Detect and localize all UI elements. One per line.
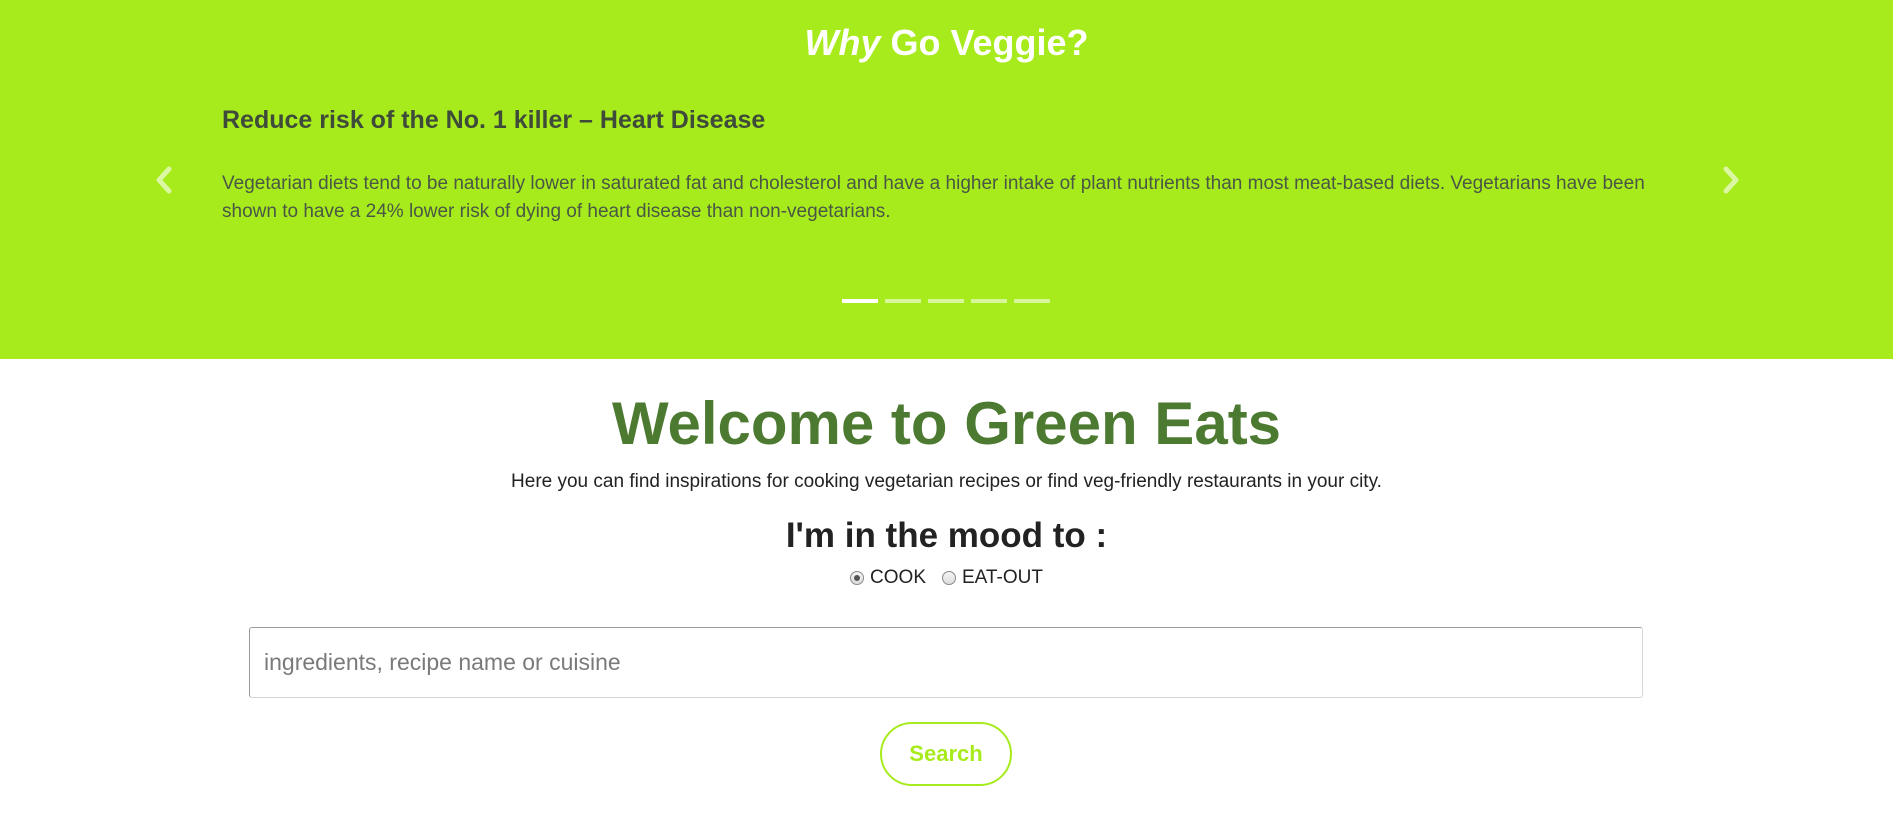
slide-text: Vegetarian diets tend to be naturally lo…: [222, 173, 1645, 222]
carousel-title-emphasis: Why: [804, 22, 881, 63]
slide-heading: Reduce risk of the No. 1 killer – Heart …: [222, 106, 766, 134]
cook-radio[interactable]: [850, 571, 865, 585]
why-go-veggie-carousel: Why Go Veggie? Reduce risk of the No. 1 …: [0, 0, 1893, 359]
search-button[interactable]: Search: [880, 722, 1012, 786]
carousel-title-rest: Go Veggie?: [880, 22, 1089, 63]
mood-options: COOK EAT-OUT: [0, 565, 1893, 591]
carousel-indicator-4[interactable]: [971, 299, 1007, 303]
option-cook[interactable]: COOK: [850, 565, 926, 591]
cook-label: COOK: [870, 567, 926, 588]
carousel-indicator-2[interactable]: [885, 299, 921, 303]
carousel-title: Why Go Veggie?: [0, 21, 1893, 65]
carousel-indicator-3[interactable]: [928, 299, 964, 303]
intro-text: Here you can find inspirations for cooki…: [511, 471, 1382, 492]
carousel-next-button[interactable]: [1717, 163, 1745, 197]
eat-out-label: EAT-OUT: [962, 567, 1043, 588]
carousel-indicator-1[interactable]: [842, 299, 878, 303]
carousel-prev-button[interactable]: [150, 163, 178, 197]
mood-label: I'm in the mood to :: [785, 516, 1108, 555]
carousel-indicator-5[interactable]: [1014, 299, 1050, 303]
chevron-right-icon: [1723, 166, 1739, 194]
option-eat-out[interactable]: EAT-OUT: [942, 565, 1043, 591]
search-input[interactable]: [249, 627, 1643, 698]
chevron-left-icon: [156, 166, 172, 194]
page-title: Welcome to Green Eats: [611, 390, 1282, 457]
eat-out-radio[interactable]: [942, 571, 956, 585]
carousel-indicators: [842, 299, 1050, 303]
